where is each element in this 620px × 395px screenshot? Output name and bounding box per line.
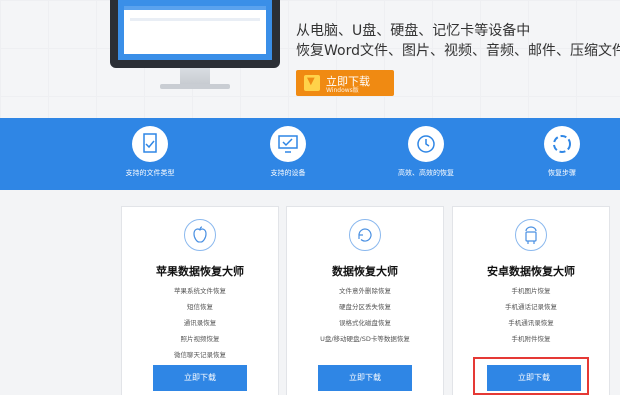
- list-item: 通讯录恢复: [183, 319, 217, 327]
- hero-download-platform: Windows版: [326, 87, 359, 94]
- download-icon: [304, 75, 320, 91]
- list-item: 苹果系统文件恢复: [174, 287, 226, 295]
- monitor-base: [160, 84, 230, 89]
- feature-band: 支持的文件类型 支持的设备 高效、高效的恢复 恢复步骤: [0, 118, 620, 190]
- product-card-data-recovery: 数据恢复大师 文件意外删除恢复 硬盘分区丢失恢复 误格式化磁盘恢复 U盘/移动硬…: [286, 206, 444, 395]
- list-item: 硬盘分区丢失恢复: [339, 303, 391, 311]
- monitor-stand: [180, 68, 210, 84]
- feature-list: 文件意外删除恢复 硬盘分区丢失恢复 误格式化磁盘恢复 U盘/移动硬盘/SD卡等数…: [287, 283, 443, 347]
- list-item: 照片视频恢复: [180, 335, 220, 343]
- feature-label: 支持的设备: [270, 169, 306, 177]
- list-item: 手机附件恢复: [511, 335, 551, 343]
- list-item: 微信聊天记录恢复: [174, 351, 226, 359]
- hero-tagline-filetypes: 恢复Word文件、图片、视频、音频、邮件、压缩文件等: [296, 43, 620, 59]
- monitor-check-icon: [270, 126, 306, 162]
- apple-download-button[interactable]: 立即下载: [153, 365, 247, 391]
- product-card-apple: 苹果数据恢复大师 苹果系统文件恢复 短信恢复 通讯录恢复 照片视频恢复 微信聊天…: [121, 206, 279, 395]
- list-item: 文件意外删除恢复: [339, 287, 391, 295]
- monitor-illustration: [110, 0, 280, 68]
- card-title: 数据恢复大师: [332, 265, 398, 278]
- list-item: 手机通讯录恢复: [508, 319, 554, 327]
- list-item: 手机图片恢复: [511, 287, 551, 295]
- feature-file-types[interactable]: 支持的文件类型: [100, 126, 200, 178]
- feature-efficient-recovery[interactable]: 高效、高效的恢复: [376, 126, 476, 178]
- feature-list: 手机图片恢复 手机通话记录恢复 手机通讯录恢复 手机附件恢复: [453, 283, 609, 347]
- card-title: 苹果数据恢复大师: [156, 265, 244, 278]
- recovery-icon: [349, 219, 381, 251]
- list-item: 误格式化磁盘恢复: [339, 319, 391, 327]
- feature-label: 高效、高效的恢复: [398, 169, 454, 177]
- list-item: 手机通话记录恢复: [505, 303, 557, 311]
- hero-section: 从电脑、U盘、硬盘、记忆卡等设备中 恢复Word文件、图片、视频、音频、邮件、压…: [0, 0, 620, 118]
- feature-label: 恢复步骤: [548, 169, 576, 177]
- feature-devices[interactable]: 支持的设备: [238, 126, 338, 178]
- clock-history-icon: [408, 126, 444, 162]
- highlight-box: [473, 357, 589, 395]
- list-item: 短信恢复: [187, 303, 213, 311]
- data-recovery-download-button[interactable]: 立即下载: [318, 365, 412, 391]
- feature-recovery-steps[interactable]: 恢复步骤: [512, 126, 612, 178]
- cycle-steps-icon: [544, 126, 580, 162]
- feature-label: 支持的文件类型: [125, 169, 175, 177]
- list-item: U盘/移动硬盘/SD卡等数据恢复: [320, 335, 410, 343]
- card-title: 安卓数据恢复大师: [487, 265, 575, 278]
- file-check-icon: [132, 126, 168, 162]
- apple-icon: [184, 219, 216, 251]
- hero-download-button[interactable]: 立即下载 Windows版: [296, 70, 394, 96]
- feature-list: 苹果系统文件恢复 短信恢复 通讯录恢复 照片视频恢复 微信聊天记录恢复: [122, 283, 278, 363]
- android-icon: [515, 219, 547, 251]
- hero-tagline-devices: 从电脑、U盘、硬盘、记忆卡等设备中: [296, 23, 531, 39]
